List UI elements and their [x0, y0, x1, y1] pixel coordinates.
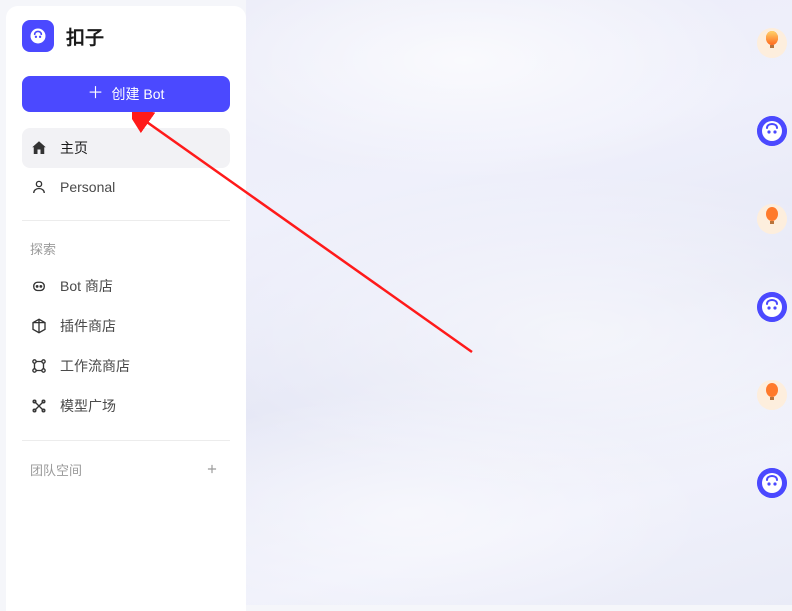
sidebar-item-label: 模型广场: [60, 396, 116, 416]
person-icon: [30, 178, 48, 196]
create-bot-label: 创建 Bot: [112, 84, 165, 104]
brand-logo-icon: [22, 20, 54, 52]
avatar-balloon[interactable]: [757, 204, 787, 234]
model-plaza-icon: [30, 397, 48, 415]
brand: 扣子: [22, 20, 230, 52]
explore-nav: Bot 商店 插件商店 工作流商店 模型广场: [22, 266, 230, 426]
plus-icon: ＋: [88, 86, 104, 102]
plugin-store-icon: [30, 317, 48, 335]
sidebar-item-model-plaza[interactable]: 模型广场: [22, 386, 230, 426]
bot-store-icon: [30, 277, 48, 295]
sidebar-item-workflow-store[interactable]: 工作流商店: [22, 346, 230, 386]
brand-name: 扣子: [66, 23, 104, 50]
sidebar-item-label: 插件商店: [60, 316, 116, 336]
team-space-label: 团队空间: [30, 460, 82, 479]
divider: [22, 440, 230, 441]
avatar-balloon[interactable]: [757, 28, 787, 58]
avatar-balloon[interactable]: [757, 380, 787, 410]
main-canvas: [246, 0, 792, 605]
avatar-column: [752, 0, 792, 605]
explore-section-label: 探索: [22, 235, 230, 266]
avatar-bot[interactable]: [757, 292, 787, 322]
primary-nav: 主页 Personal: [22, 128, 230, 206]
workflow-store-icon: [30, 357, 48, 375]
sidebar-item-label: Bot 商店: [60, 276, 113, 296]
avatar-bot[interactable]: [757, 116, 787, 146]
sidebar-item-plugin-store[interactable]: 插件商店: [22, 306, 230, 346]
sidebar-item-label: Personal: [60, 179, 115, 195]
divider: [22, 220, 230, 221]
avatar-bot[interactable]: [757, 468, 787, 498]
sidebar-item-bot-store[interactable]: Bot 商店: [22, 266, 230, 306]
add-team-button[interactable]: [202, 459, 222, 479]
team-space-row: 团队空间: [22, 455, 230, 483]
sidebar-item-label: 工作流商店: [60, 356, 130, 376]
sidebar-item-label: 主页: [60, 138, 88, 158]
home-icon: [30, 139, 48, 157]
sidebar-item-personal[interactable]: Personal: [22, 168, 230, 206]
create-bot-button[interactable]: ＋ 创建 Bot: [22, 76, 230, 112]
sidebar: 扣子 ＋ 创建 Bot 主页 Personal 探索: [6, 6, 246, 611]
sidebar-item-home[interactable]: 主页: [22, 128, 230, 168]
